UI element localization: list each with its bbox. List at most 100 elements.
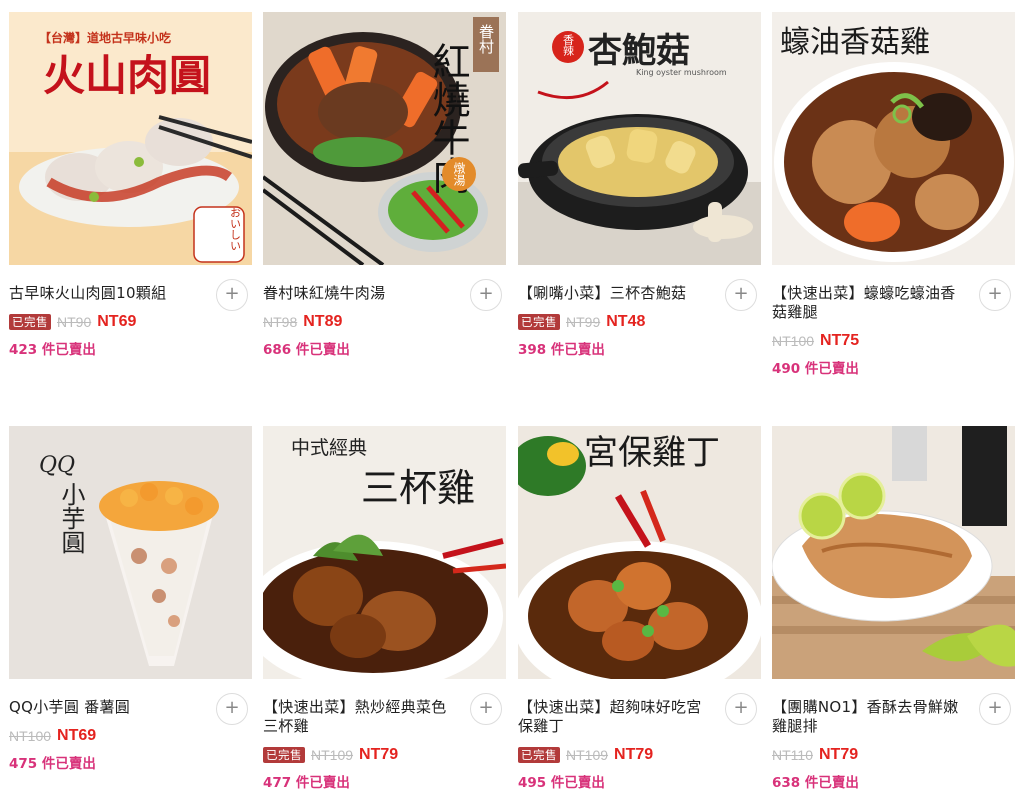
sold-count-unit: 件已賣出	[291, 775, 350, 791]
sold-out-badge: 已完售	[518, 747, 560, 763]
product-image[interactable]: 蠔油香菇雞	[772, 12, 1015, 265]
add-to-cart-button[interactable]: +	[470, 693, 502, 725]
image-side-text: King oyster mushroom	[636, 68, 727, 77]
product-image[interactable]: 香辣 杏鮑菇 King oyster mushroom	[518, 12, 761, 265]
sold-count: 638 件已賣出	[772, 771, 1015, 791]
add-to-cart-button[interactable]: +	[216, 693, 248, 725]
price-row: 已完售 NT99 NT48	[518, 312, 761, 332]
product-name[interactable]: 眷村味紅燒牛肉湯	[263, 284, 453, 303]
sold-count-unit: 件已賣出	[546, 342, 605, 358]
product-card[interactable]: 蠔油香菇雞 【快速出菜】蠔蠔吃蠔油香菇雞腿 NT100 NT75 490 件已賣…	[772, 12, 1015, 377]
product-image[interactable]: 【台灣】道地古早味小吃 火山肉圓 おいしい	[9, 12, 252, 265]
original-price: NT109	[311, 747, 354, 763]
add-to-cart-button[interactable]: +	[979, 279, 1011, 311]
image-overlay-text: 【台灣】道地古早味小吃	[39, 30, 171, 45]
product-card[interactable]: 【團購NO1】香酥去骨鮮嫩雞腿排 NT110 NT79 638 件已賣出 +	[772, 426, 1015, 791]
sold-count-unit: 件已賣出	[291, 342, 350, 358]
original-price: NT100	[772, 333, 815, 349]
sold-count-number: 495	[518, 775, 547, 791]
add-to-cart-button[interactable]: +	[725, 693, 757, 725]
sold-count-number: 686	[263, 342, 292, 358]
product-name[interactable]: QQ小芋圓 番薯圓	[9, 698, 199, 717]
product-info: 【快速出菜】超夠味好吃宮保雞丁 已完售 NT109 NT79 495 件已賣出 …	[518, 679, 761, 791]
sale-price: NT75	[820, 332, 860, 349]
original-price: NT109	[566, 747, 609, 763]
sold-count-unit: 件已賣出	[800, 775, 859, 791]
sold-count: 423 件已賣出	[9, 338, 252, 358]
image-overlay-text: QQ	[39, 453, 75, 478]
product-card[interactable]: QQ 小芋圓 QQ小芋圓 番薯圓 NT100 NT69 475 件已賣出 +	[9, 426, 252, 772]
sold-count: 686 件已賣出	[263, 338, 506, 358]
sold-count: 495 件已賣出	[518, 771, 761, 791]
image-title-text: 杏鮑菇	[588, 31, 690, 71]
sale-price: NT69	[57, 727, 97, 744]
image-title-text: 三杯雞	[361, 466, 475, 510]
product-grid: 【台灣】道地古早味小吃 火山肉圓 おいしい 古早味火山肉圓10顆組 已完售 NT…	[0, 0, 1024, 802]
add-to-cart-button[interactable]: +	[979, 693, 1011, 725]
product-card[interactable]: 【台灣】道地古早味小吃 火山肉圓 おいしい 古早味火山肉圓10顆組 已完售 NT…	[9, 12, 252, 358]
image-title-text: 火山肉圓	[43, 51, 211, 100]
product-info: 【唰嘴小菜】三杯杏鮑菇 已完售 NT99 NT48 398 件已賣出 +	[518, 265, 761, 358]
add-to-cart-button[interactable]: +	[216, 279, 248, 311]
sold-out-badge: 已完售	[518, 314, 560, 330]
sale-price: NT69	[97, 313, 137, 330]
product-image[interactable]: 宮保雞丁	[518, 426, 761, 679]
sold-count-number: 638	[772, 775, 801, 791]
sale-price: NT89	[303, 313, 343, 330]
sold-out-badge: 已完售	[263, 747, 305, 763]
product-card[interactable]: 宮保雞丁 【快速出菜】超夠味好吃宮保雞丁 已完售 NT109 NT79 495 …	[518, 426, 761, 791]
product-image[interactable]: 眷村 紅燒牛肉 燉湯	[263, 12, 506, 265]
image-side-text: 燉湯	[452, 161, 466, 187]
product-info: 【團購NO1】香酥去骨鮮嫩雞腿排 NT110 NT79 638 件已賣出 +	[772, 679, 1015, 791]
image-overlay-text: 香辣	[562, 34, 575, 57]
image-overlay-text: 眷村	[477, 24, 495, 54]
product-name[interactable]: 【唰嘴小菜】三杯杏鮑菇	[518, 284, 708, 303]
product-info: QQ小芋圓 番薯圓 NT100 NT69 475 件已賣出 +	[9, 679, 252, 772]
product-card[interactable]: 眷村 紅燒牛肉 燉湯 眷村味紅燒牛肉湯 NT98 NT89 686 件已賣出 +	[263, 12, 506, 358]
product-card[interactable]: 香辣 杏鮑菇 King oyster mushroom 【唰嘴小菜】三杯杏鮑菇 …	[518, 12, 761, 358]
sale-price: NT79	[614, 746, 654, 763]
add-to-cart-button[interactable]: +	[470, 279, 502, 311]
product-info: 【快速出菜】蠔蠔吃蠔油香菇雞腿 NT100 NT75 490 件已賣出 +	[772, 265, 1015, 377]
image-overlay-text: 中式經典	[291, 437, 367, 459]
product-name[interactable]: 古早味火山肉圓10顆組	[9, 284, 199, 303]
image-title-text: 宮保雞丁	[584, 433, 720, 473]
sale-price: NT48	[606, 313, 646, 330]
sold-count-unit: 件已賣出	[37, 342, 96, 358]
product-name[interactable]: 【快速出菜】超夠味好吃宮保雞丁	[518, 698, 708, 736]
price-row: 已完售 NT109 NT79	[263, 745, 506, 765]
price-row: 已完售 NT90 NT69	[9, 312, 252, 332]
sold-count-unit: 件已賣出	[800, 361, 859, 377]
price-row: 已完售 NT109 NT79	[518, 745, 761, 765]
sale-price: NT79	[818, 746, 859, 763]
original-price: NT110	[772, 747, 813, 763]
product-info: 古早味火山肉圓10顆組 已完售 NT90 NT69 423 件已賣出 +	[9, 265, 252, 358]
original-price: NT99	[566, 314, 601, 330]
sale-price: NT79	[359, 746, 399, 763]
sold-count-unit: 件已賣出	[37, 756, 96, 772]
image-title-text: 小芋圓	[57, 482, 85, 554]
sold-count-unit: 件已賣出	[546, 775, 605, 791]
sold-count-number: 423	[9, 342, 38, 358]
sold-count-number: 490	[772, 361, 801, 377]
product-name[interactable]: 【快速出菜】蠔蠔吃蠔油香菇雞腿	[772, 284, 962, 322]
price-row: NT110 NT79	[772, 745, 1015, 765]
sold-count: 490 件已賣出	[772, 357, 1015, 377]
original-price: NT98	[263, 314, 298, 330]
sold-count: 398 件已賣出	[518, 338, 761, 358]
price-row: NT98 NT89	[263, 312, 506, 332]
product-name[interactable]: 【團購NO1】香酥去骨鮮嫩雞腿排	[772, 698, 962, 736]
product-image[interactable]	[772, 426, 1015, 679]
sold-count-number: 398	[518, 342, 547, 358]
product-info: 【快速出菜】熱炒經典菜色三杯雞 已完售 NT109 NT79 477 件已賣出 …	[263, 679, 506, 791]
product-card[interactable]: 中式經典 三杯雞 【快速出菜】熱炒經典菜色三杯雞 已完售 NT109 NT79 …	[263, 426, 506, 791]
product-info: 眷村味紅燒牛肉湯 NT98 NT89 686 件已賣出 +	[263, 265, 506, 358]
add-to-cart-button[interactable]: +	[725, 279, 757, 311]
product-image[interactable]: 中式經典 三杯雞	[263, 426, 506, 679]
product-image[interactable]: QQ 小芋圓	[9, 426, 252, 679]
image-title-text: 蠔油香菇雞	[780, 25, 930, 60]
sold-count: 475 件已賣出	[9, 752, 252, 772]
product-name[interactable]: 【快速出菜】熱炒經典菜色三杯雞	[263, 698, 453, 736]
sold-count-number: 477	[263, 775, 292, 791]
sold-count-number: 475	[9, 756, 38, 772]
